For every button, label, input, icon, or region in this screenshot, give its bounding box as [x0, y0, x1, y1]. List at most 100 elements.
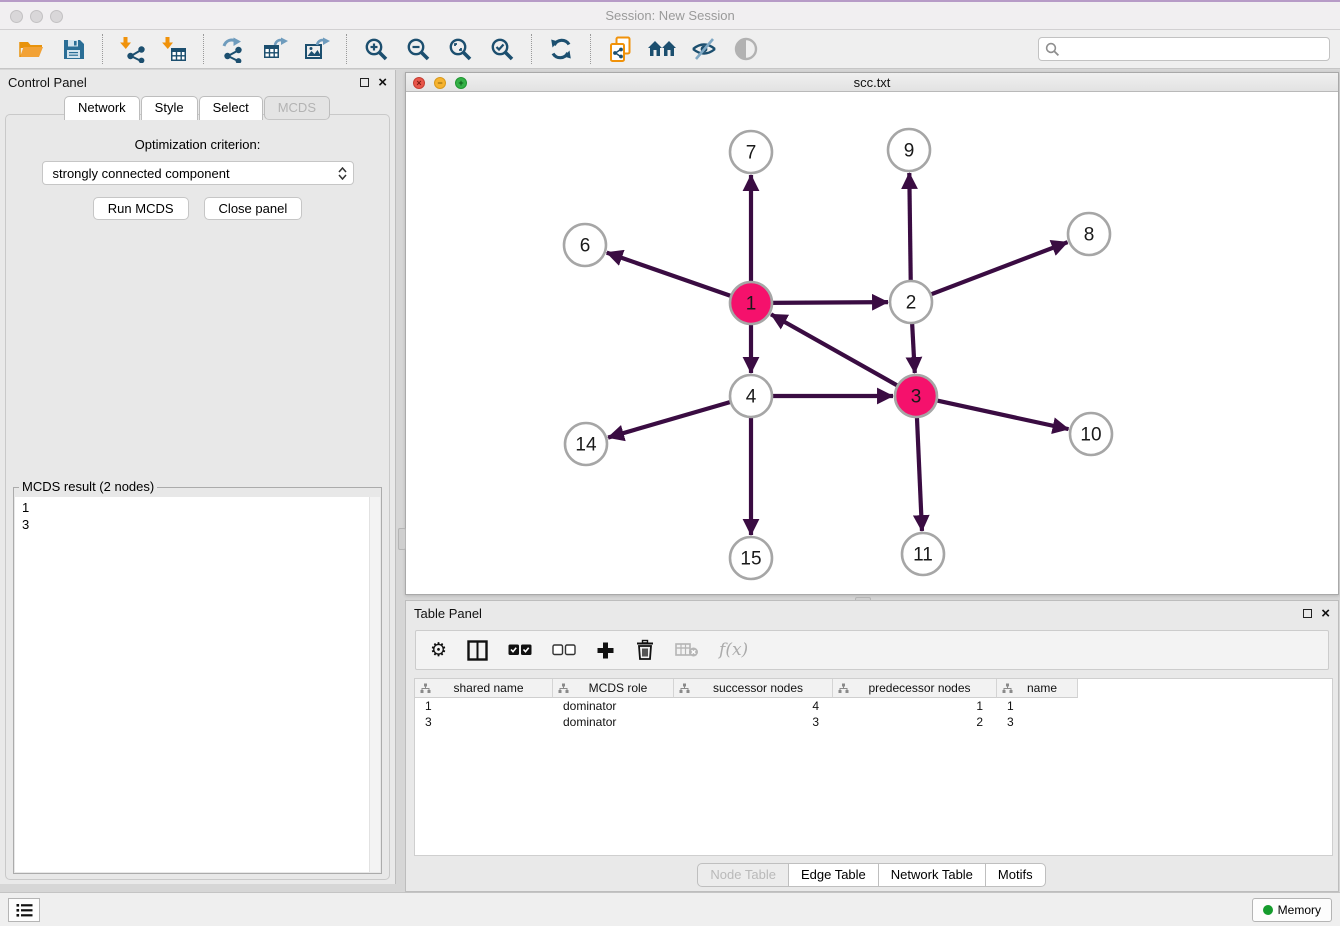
tab-network[interactable]: Network	[64, 96, 140, 120]
table-settings-icon[interactable]: ⚙	[430, 638, 447, 662]
svg-text:10: 10	[1080, 425, 1101, 446]
table-cell[interactable]: dominator	[553, 699, 674, 713]
zoom-selected-icon[interactable]	[487, 34, 517, 64]
criterion-dropdown[interactable]: strongly connected component	[42, 161, 354, 185]
float-table-panel-icon[interactable]	[1303, 609, 1312, 618]
search-box[interactable]	[1038, 37, 1330, 61]
table-cell[interactable]: 3	[674, 715, 833, 729]
graph-node-7[interactable]: 7	[730, 131, 772, 173]
column-header[interactable]: shared name	[415, 679, 553, 698]
clone-network-icon[interactable]	[605, 34, 635, 64]
tab-style[interactable]: Style	[141, 96, 198, 120]
zoom-out-icon[interactable]	[403, 34, 433, 64]
graph-node-8[interactable]: 8	[1068, 213, 1110, 255]
export-table-icon[interactable]	[260, 34, 290, 64]
table-cell[interactable]: 3	[415, 715, 553, 729]
tab-mcds[interactable]: MCDS	[264, 96, 330, 120]
column-header[interactable]: predecessor nodes	[833, 679, 997, 698]
open-session-icon[interactable]	[16, 34, 46, 64]
close-table-panel-icon[interactable]: ×	[1321, 609, 1330, 618]
column-type-icon	[420, 683, 431, 694]
graph-node-4[interactable]: 4	[730, 375, 772, 417]
tab-node-table[interactable]: Node Table	[697, 863, 789, 887]
network-window-titlebar[interactable]: × − + scc.txt	[406, 73, 1338, 92]
delete-columns-icon[interactable]	[635, 638, 655, 662]
table-row[interactable]: 1dominator411	[415, 698, 1332, 714]
svg-text:11: 11	[913, 545, 933, 566]
save-session-icon[interactable]	[58, 34, 88, 64]
tab-network-table[interactable]: Network Table	[878, 863, 986, 887]
panel-splitter-handle[interactable]	[398, 528, 406, 550]
graph-edge-2-9[interactable]	[909, 173, 910, 285]
memory-button[interactable]: Memory	[1252, 898, 1332, 922]
graph-edge-3-1[interactable]	[771, 314, 901, 387]
graph-edge-3-10[interactable]	[933, 400, 1069, 430]
import-table-icon[interactable]	[159, 34, 189, 64]
tab-select[interactable]: Select	[199, 96, 263, 120]
table-cell[interactable]: 4	[674, 699, 833, 713]
network-canvas[interactable]: 1 2 3 4 6 7 8 9 10 11 14 15	[406, 92, 1338, 594]
import-network-icon[interactable]	[117, 34, 147, 64]
search-input[interactable]	[1064, 42, 1323, 57]
close-panel-button[interactable]: Close panel	[204, 197, 303, 220]
column-header[interactable]: MCDS role	[553, 679, 674, 698]
table-cell[interactable]: 2	[833, 715, 997, 729]
mcds-result-list[interactable]: 1 3	[15, 497, 380, 872]
column-header-label: shared name	[431, 681, 552, 695]
graph-edge-2-3[interactable]	[912, 319, 915, 373]
column-header[interactable]: successor nodes	[674, 679, 833, 698]
table-tabs: Node Table Edge Table Network Table Moti…	[406, 863, 1338, 887]
toolbar-separator	[346, 34, 347, 64]
table-cell[interactable]: dominator	[553, 715, 674, 729]
graph-node-1[interactable]: 1	[730, 282, 772, 324]
split-view-icon[interactable]	[467, 638, 488, 662]
hide-graphics-details-icon[interactable]	[689, 34, 719, 64]
network-graph[interactable]: 1 2 3 4 6 7 8 9 10 11 14 15	[406, 92, 1338, 594]
result-scrollbar[interactable]	[369, 497, 380, 872]
graph-edge-4-14[interactable]	[608, 401, 735, 438]
select-all-columns-icon[interactable]	[508, 638, 532, 662]
column-header-label: successor nodes	[690, 681, 832, 695]
tab-motifs[interactable]: Motifs	[985, 863, 1046, 887]
maximize-network-icon[interactable]: +	[455, 77, 467, 89]
column-type-icon	[838, 683, 849, 694]
column-type-icon	[679, 683, 690, 694]
column-header[interactable]: name	[997, 679, 1078, 698]
close-panel-icon[interactable]: ×	[378, 78, 387, 87]
task-history-button[interactable]	[8, 898, 40, 922]
graph-node-6[interactable]: 6	[564, 224, 606, 266]
deselect-all-columns-icon[interactable]	[552, 638, 576, 662]
graph-node-14[interactable]: 14	[565, 423, 607, 465]
graph-node-3[interactable]: 3	[895, 375, 937, 417]
first-neighbors-icon[interactable]	[647, 34, 677, 64]
table-cell[interactable]: 1	[415, 699, 553, 713]
graph-node-11[interactable]: 11	[902, 533, 944, 575]
close-network-icon[interactable]: ×	[413, 77, 425, 89]
add-column-icon[interactable]	[596, 638, 615, 662]
svg-text:8: 8	[1084, 225, 1095, 246]
run-mcds-button[interactable]: Run MCDS	[93, 197, 189, 220]
table-cell[interactable]: 3	[997, 715, 1078, 729]
graph-node-10[interactable]: 10	[1070, 413, 1112, 455]
minimize-network-icon[interactable]: −	[434, 77, 446, 89]
mcds-tab-content: Optimization criterion: strongly connect…	[5, 114, 390, 880]
graph-node-15[interactable]: 15	[730, 537, 772, 579]
table-cell[interactable]: 1	[997, 699, 1078, 713]
float-panel-icon[interactable]	[360, 78, 369, 87]
graph-node-2[interactable]: 2	[890, 281, 932, 323]
zoom-in-icon[interactable]	[361, 34, 391, 64]
export-image-icon[interactable]	[302, 34, 332, 64]
graph-edge-2-8[interactable]	[927, 242, 1068, 296]
graph-edge-1-6[interactable]	[607, 253, 735, 298]
graph-edge-3-11[interactable]	[917, 413, 922, 531]
graph-edge-1-2[interactable]	[768, 302, 888, 303]
zoom-fit-icon[interactable]	[445, 34, 475, 64]
refresh-icon[interactable]	[546, 34, 576, 64]
svg-text:3: 3	[911, 387, 922, 408]
export-network-icon[interactable]	[218, 34, 248, 64]
tab-edge-table[interactable]: Edge Table	[788, 863, 879, 887]
network-view-window: × − + scc.txt 1 2 3 4 6 7 8 9 10 11 14 15	[405, 72, 1339, 595]
table-row[interactable]: 3dominator323	[415, 714, 1332, 730]
table-cell[interactable]: 1	[833, 699, 997, 713]
graph-node-9[interactable]: 9	[888, 129, 930, 171]
